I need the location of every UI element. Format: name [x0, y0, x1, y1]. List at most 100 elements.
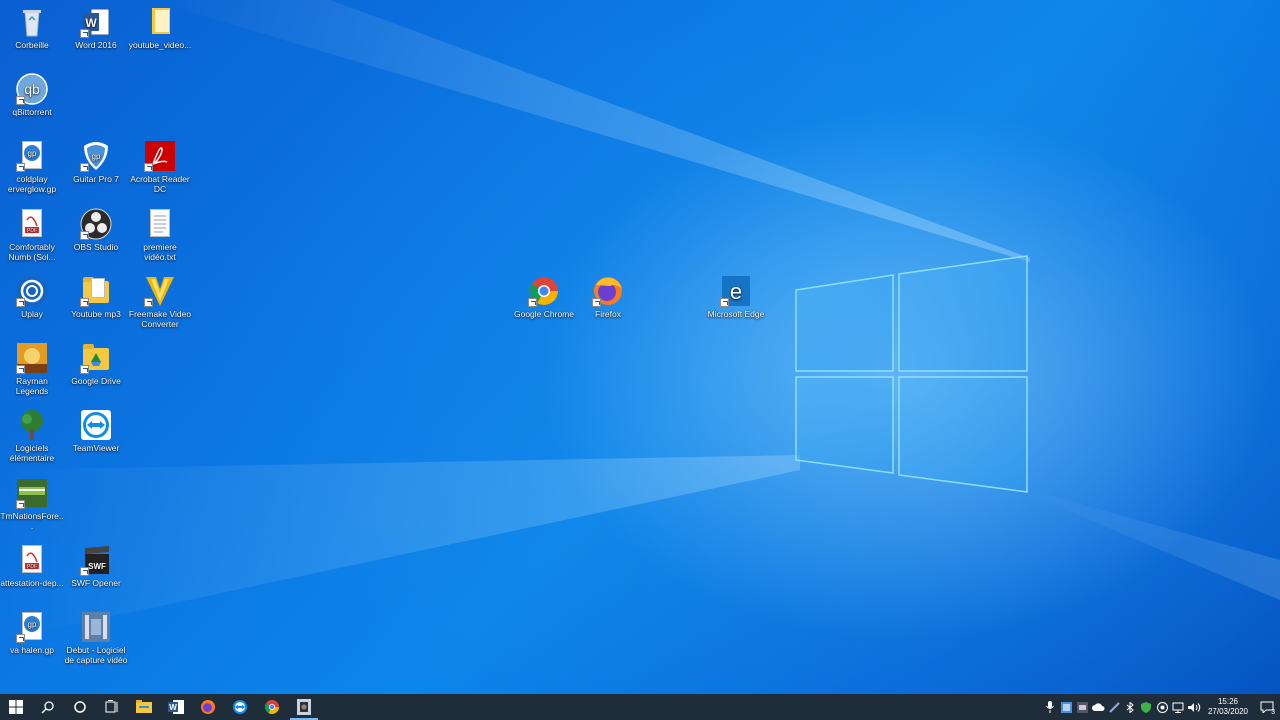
desktop-icon-firefox[interactable]: Firefox — [576, 275, 640, 319]
icon-label: Corbeille — [15, 40, 49, 50]
wallpaper-light-beams — [0, 0, 1280, 640]
word-icon: W — [79, 6, 113, 38]
icon-label: Guitar Pro 7 — [73, 174, 119, 184]
freemake-icon — [143, 275, 177, 307]
windows-start-icon — [9, 700, 23, 714]
icon-label: Uplay — [21, 309, 43, 319]
desktop-icon-comfortably-numb[interactable]: PDF Comfortably Numb (Sol... — [0, 208, 64, 262]
icon-label: Firefox — [595, 309, 621, 319]
icon-label: coldplay erverglow.gp — [7, 174, 57, 194]
shortcut-arrow-icon — [80, 163, 89, 172]
shortcut-arrow-icon — [592, 298, 601, 307]
desktop-icon-word[interactable]: W Word 2016 — [64, 6, 128, 50]
shortcut-arrow-icon — [80, 567, 89, 576]
desktop-icon-obs[interactable]: OBS Studio — [64, 208, 128, 252]
desktop-icon-corbeille[interactable]: Corbeille — [0, 6, 64, 50]
desktop-icon-guitarpro[interactable]: gp Guitar Pro 7 — [64, 140, 128, 184]
firefox-icon — [591, 275, 625, 307]
tray-app-icon-3[interactable] — [1154, 694, 1170, 720]
teamviewer-icon — [233, 700, 247, 714]
icon-label: Acrobat Reader DC — [130, 174, 190, 194]
icon-label: qBittorrent — [12, 107, 52, 117]
onedrive-cloud-icon[interactable] — [1090, 694, 1106, 720]
taskbar-chrome[interactable] — [256, 694, 288, 720]
file-explorer-icon — [136, 700, 152, 713]
shortcut-arrow-icon — [16, 634, 25, 643]
desktop-icon-swf-opener[interactable]: SWF SWF Opener — [64, 544, 128, 588]
svg-text:W: W — [85, 16, 97, 30]
edge-icon: e — [719, 275, 753, 307]
desktop-icon-coldplay-gp[interactable]: gp coldplay erverglow.gp — [0, 140, 64, 194]
shortcut-arrow-icon — [144, 163, 153, 172]
taskbar-firefox[interactable] — [192, 694, 224, 720]
desktop-icon-logiciels[interactable]: Logiciels élémentaire — [0, 409, 64, 463]
microphone-icon[interactable] — [1042, 694, 1058, 720]
clock-time: 15:26 — [1217, 697, 1239, 706]
svg-text:qb: qb — [24, 81, 40, 97]
firefox-icon — [201, 700, 215, 714]
taskbar-word[interactable]: W — [160, 694, 192, 720]
network-icon[interactable] — [1170, 694, 1186, 720]
icon-label: Youtube mp3 — [71, 309, 121, 319]
svg-text:PDF: PDF — [27, 228, 37, 234]
debut-capture-icon — [79, 611, 113, 643]
teamviewer-icon — [79, 409, 113, 441]
folder-icon — [143, 6, 177, 38]
task-view-button[interactable] — [96, 694, 128, 720]
qbittorrent-icon: qb — [15, 73, 49, 105]
search-button[interactable] — [32, 694, 64, 720]
tray-app-icon[interactable] — [1058, 694, 1074, 720]
desktop-icon-youtube-mp3[interactable]: Youtube mp3 — [64, 275, 128, 319]
desktop-icon-uplay[interactable]: Uplay — [0, 275, 64, 319]
desktop-icon-tmnations[interactable]: TmNationsFore... — [0, 477, 64, 531]
bluetooth-icon[interactable] — [1122, 694, 1138, 720]
security-shield-icon[interactable] — [1138, 694, 1154, 720]
task-view-icon — [105, 700, 118, 713]
taskbar-debut-capture[interactable] — [288, 694, 320, 720]
taskbar-file-explorer[interactable] — [128, 694, 160, 720]
text-file-icon — [143, 208, 177, 240]
recycle-bin-icon — [15, 6, 49, 38]
pdf-file-icon: PDF — [15, 208, 49, 240]
action-center-button[interactable]: 3 — [1254, 694, 1280, 720]
shortcut-arrow-icon — [16, 365, 25, 374]
chrome-icon — [265, 700, 279, 714]
taskbar-clock[interactable]: 15:26 27/03/2020 — [1202, 697, 1254, 717]
desktop-icon-teamviewer[interactable]: TeamViewer — [64, 409, 128, 453]
desktop-icon-acrobat[interactable]: Acrobat Reader DC — [128, 140, 192, 194]
cortana-button[interactable] — [64, 694, 96, 720]
acrobat-reader-icon — [143, 140, 177, 172]
system-tray: 15:26 27/03/2020 3 — [1042, 694, 1280, 720]
desktop-icon-youtube-video[interactable]: youtube_video... — [128, 6, 192, 50]
shortcut-arrow-icon — [16, 96, 25, 105]
desktop-icon-freemake[interactable]: Freemake Video Converter — [128, 275, 192, 329]
volume-icon[interactable] — [1186, 694, 1202, 720]
tray-app-icon-2[interactable] — [1074, 694, 1090, 720]
folder-icon — [79, 275, 113, 307]
desktop-icon-premiere-video[interactable]: premiere vidéo.txt — [128, 208, 192, 262]
cortana-circle-icon — [74, 701, 86, 713]
icon-label: Word 2016 — [75, 40, 117, 50]
desktop-icon-debut[interactable]: Debut - Logiciel de capture vidéo — [64, 611, 128, 665]
svg-text:e: e — [730, 279, 742, 304]
icon-label: Comfortably Numb (Sol... — [8, 242, 56, 262]
start-button[interactable] — [0, 694, 32, 720]
desktop-icon-google-drive[interactable]: Google Drive — [64, 342, 128, 386]
google-drive-folder-icon — [79, 342, 113, 374]
notification-count: 3 — [1271, 709, 1275, 716]
desktop-icon-attestation[interactable]: PDF attestation-dep... — [0, 544, 64, 588]
desktop-icon-vahalen-gp[interactable]: gp va halen.gp — [0, 611, 64, 655]
desktop-icon-google-chrome[interactable]: Google Chrome — [512, 275, 576, 319]
tmnations-icon — [15, 477, 49, 509]
taskbar-teamviewer[interactable] — [224, 694, 256, 720]
icon-label: Debut - Logiciel de capture vidéo — [64, 645, 128, 665]
desktop-icon-qbittorrent[interactable]: qb qBittorrent — [0, 73, 64, 117]
windows-logo-wallpaper — [795, 255, 1028, 493]
shortcut-arrow-icon — [720, 298, 729, 307]
shortcut-arrow-icon — [80, 298, 89, 307]
clock-date: 27/03/2020 — [1207, 707, 1249, 716]
chrome-icon — [527, 275, 561, 307]
tray-pen-icon[interactable] — [1106, 694, 1122, 720]
desktop-icon-microsoft-edge[interactable]: e Microsoft Edge — [704, 275, 768, 319]
desktop-icon-rayman[interactable]: Rayman Legends — [0, 342, 64, 396]
